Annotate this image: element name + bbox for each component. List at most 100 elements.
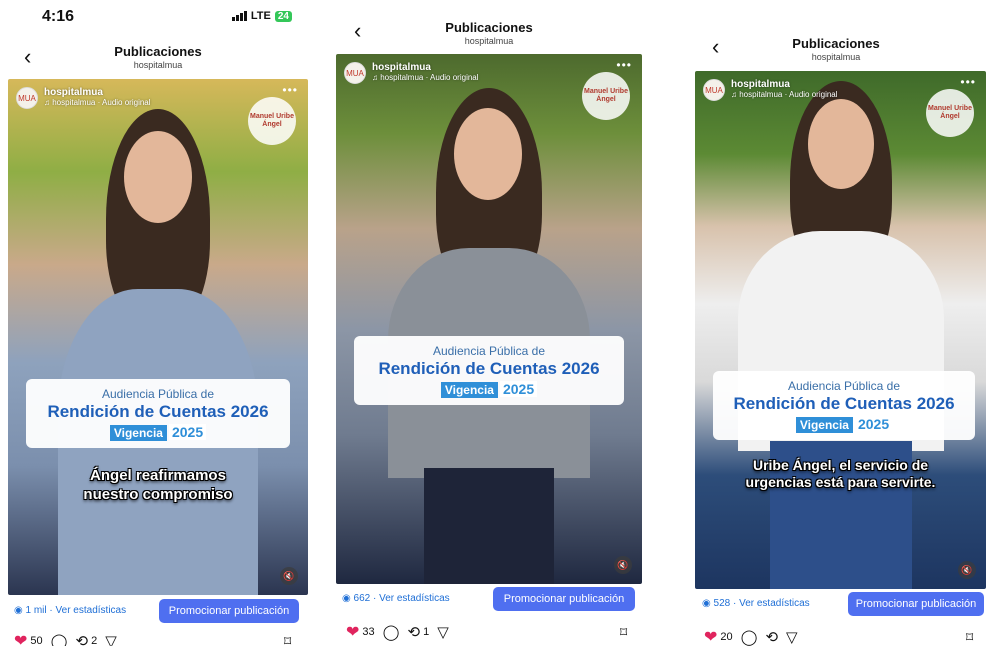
action-bar: ❤ 33 ◯ ⟲ 1 ▽ ⌑ xyxy=(328,621,650,643)
bookmark-icon[interactable]: ⌑ xyxy=(620,624,627,641)
more-icon[interactable]: ••• xyxy=(960,75,976,89)
share-button[interactable]: ▽ xyxy=(437,623,449,641)
mute-icon[interactable]: 🔇 xyxy=(280,567,298,585)
repost-count: 1 xyxy=(423,626,430,638)
reel-video[interactable]: MUA hospitalmua ♫ hospitalmua · Audio or… xyxy=(8,79,308,595)
card-title: Rendición de Cuentas 2026 xyxy=(378,359,600,378)
signal-icon xyxy=(231,11,247,21)
promote-button[interactable]: Promocionar publicación xyxy=(493,587,635,611)
like-button[interactable]: ❤ 33 xyxy=(346,622,375,642)
eye-icon: ◉ xyxy=(702,598,714,609)
page-title: Publicaciones xyxy=(114,44,202,59)
comment-button[interactable]: ◯ xyxy=(51,632,68,646)
mute-icon[interactable]: 🔇 xyxy=(958,561,976,579)
post-author[interactable]: MUA hospitalmua ♫ hospitalmua · Audio or… xyxy=(344,62,479,84)
avatar[interactable]: MUA xyxy=(703,79,725,101)
post-panel-2: ‹ Publicaciones hospitalmua MUA hospital… xyxy=(328,0,650,646)
more-icon[interactable]: ••• xyxy=(282,83,298,97)
comment-icon: ◯ xyxy=(382,624,400,641)
page-header: Publicaciones hospitalmua xyxy=(328,20,650,46)
video-caption: Ángel reafirmamos nuestro compromiso xyxy=(83,467,233,503)
reel-video[interactable]: MUA hospitalmua ♫ hospitalmua · Audio or… xyxy=(695,71,986,589)
music-icon: ♫ xyxy=(372,73,381,82)
share-button[interactable]: ▽ xyxy=(105,632,117,646)
video-caption: Uribe Ángel, el servicio de urgencias es… xyxy=(745,457,936,490)
avatar[interactable]: MUA xyxy=(16,87,38,109)
music-icon: ♫ xyxy=(44,98,53,107)
username[interactable]: hospitalmua xyxy=(372,62,479,73)
status-indicators: LTE 24 xyxy=(231,10,292,22)
reel-video[interactable]: MUA hospitalmua ♫ hospitalmua · Audio or… xyxy=(336,54,642,584)
page-subtitle: hospitalmua xyxy=(811,52,861,62)
username[interactable]: hospitalmua xyxy=(731,79,838,90)
post-panel-3: ‹ Publicaciones hospitalmua MUA hospital… xyxy=(686,0,986,646)
comment-button[interactable]: ◯ xyxy=(741,628,758,646)
card-subtitle: Audiencia Pública de xyxy=(101,387,215,401)
promote-button[interactable]: Promocionar publicación xyxy=(159,599,299,623)
title-card: Audiencia Pública de Rendición de Cuenta… xyxy=(26,379,290,448)
view-stats-link[interactable]: ◉ 528 · Ver estadísticas xyxy=(702,598,810,609)
mute-icon[interactable]: 🔇 xyxy=(614,556,632,574)
heart-icon: ❤ xyxy=(346,624,360,641)
repost-icon: ⟲ xyxy=(765,629,779,646)
action-bar: ❤ 50 ◯ ⟲ 2 ▽ ⌑ xyxy=(0,630,316,646)
username[interactable]: hospitalmua xyxy=(44,87,151,98)
share-icon: ▽ xyxy=(437,624,449,641)
repost-button[interactable]: ⟲ 2 xyxy=(75,632,97,646)
card-vigencia: Vigencia xyxy=(109,425,167,441)
bookmark-icon[interactable]: ⌑ xyxy=(966,629,973,646)
more-icon[interactable]: ••• xyxy=(616,58,632,72)
like-button[interactable]: ❤ 50 xyxy=(14,631,43,646)
page-subtitle: hospitalmua xyxy=(464,36,514,46)
post-author[interactable]: MUA hospitalmua ♫ hospitalmua · Audio or… xyxy=(703,79,838,101)
battery-indicator: 24 xyxy=(274,10,292,22)
video-subject xyxy=(737,81,944,589)
promote-button[interactable]: Promocionar publicación xyxy=(848,592,984,616)
card-subtitle: Audiencia Pública de xyxy=(787,379,901,393)
like-button[interactable]: ❤ 20 xyxy=(704,627,733,646)
page-header: Publicaciones hospitalmua xyxy=(686,36,986,62)
share-button[interactable]: ▽ xyxy=(786,628,798,646)
card-vigencia: Vigencia xyxy=(440,382,498,398)
page-title: Publicaciones xyxy=(445,20,533,35)
stats-row: ◉ 528 · Ver estadísticas Promocionar pub… xyxy=(686,592,986,616)
status-time: 4:16 xyxy=(42,8,75,25)
audio-label[interactable]: ♫ hospitalmua · Audio original xyxy=(44,98,151,107)
audio-label[interactable]: ♫ hospitalmua · Audio original xyxy=(372,73,479,82)
share-icon: ▽ xyxy=(786,629,798,646)
page-title: Publicaciones xyxy=(792,36,880,51)
heart-icon: ❤ xyxy=(704,629,718,646)
share-icon: ▽ xyxy=(105,633,117,646)
repost-icon: ⟲ xyxy=(75,633,89,646)
hospital-logo: Manuel Uribe Ángel xyxy=(582,72,630,120)
card-subtitle: Audiencia Pública de xyxy=(432,344,546,358)
like-count: 33 xyxy=(362,626,375,638)
repost-button[interactable]: ⟲ xyxy=(765,628,778,646)
view-stats-link[interactable]: ◉ 1 mil · Ver estadísticas xyxy=(14,605,126,616)
avatar[interactable]: MUA xyxy=(344,62,366,84)
bookmark-icon[interactable]: ⌑ xyxy=(284,633,291,646)
card-title: Rendición de Cuentas 2026 xyxy=(733,394,955,413)
post-author[interactable]: MUA hospitalmua ♫ hospitalmua · Audio or… xyxy=(16,87,151,109)
like-count: 20 xyxy=(720,631,733,643)
heart-icon: ❤ xyxy=(14,633,28,646)
repost-icon: ⟲ xyxy=(407,624,421,641)
card-year: 2025 xyxy=(854,416,893,432)
audio-label[interactable]: ♫ hospitalmua · Audio original xyxy=(731,90,838,99)
view-stats-link[interactable]: ◉ 662 · Ver estadísticas xyxy=(342,593,450,604)
hospital-logo: Manuel Uribe Ángel xyxy=(926,89,974,137)
repost-count: 2 xyxy=(91,635,98,646)
status-bar: 4:16 LTE 24 xyxy=(0,8,316,28)
hospital-logo: Manuel Uribe Ángel xyxy=(248,97,296,145)
card-vigencia: Vigencia xyxy=(795,417,853,433)
eye-icon: ◉ xyxy=(342,593,354,604)
card-year: 2025 xyxy=(499,381,538,397)
comment-button[interactable]: ◯ xyxy=(383,623,400,641)
music-icon: ♫ xyxy=(731,90,740,99)
comment-icon: ◯ xyxy=(50,633,68,646)
repost-button[interactable]: ⟲ 1 xyxy=(407,623,429,641)
video-subject xyxy=(58,109,258,595)
title-card: Audiencia Pública de Rendición de Cuenta… xyxy=(713,371,975,440)
screenshot-collage: 4:16 LTE 24 ‹ Publicaciones hospitalmua … xyxy=(0,0,986,646)
eye-icon: ◉ xyxy=(14,605,26,616)
